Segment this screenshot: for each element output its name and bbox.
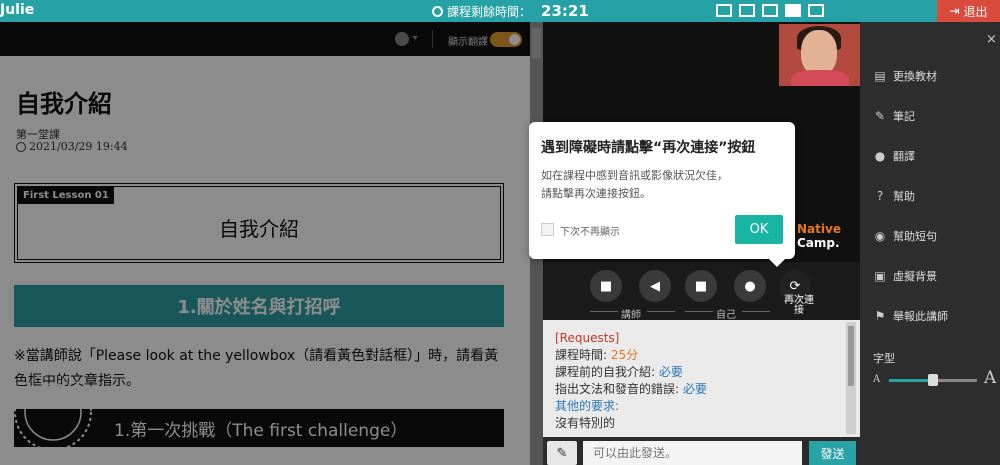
teacher-speaker-button[interactable]: ◀	[639, 270, 671, 302]
layout-icon-5[interactable]	[808, 4, 824, 17]
chat-icon: ◉	[874, 229, 886, 243]
exit-label: 退出	[963, 4, 988, 19]
timer-label: 課程剩餘時間：	[447, 4, 532, 19]
exit-icon: ⇥	[949, 4, 960, 18]
side-item-label: 更換教材	[893, 70, 937, 83]
brand-logo: Native Camp.	[797, 222, 841, 250]
reconnect-label: 再次連接	[784, 295, 814, 316]
duration-label: 課程時間:	[555, 348, 611, 362]
top-bar: Julie 課程剩餘時間： 23:21 ⇥ 退出	[0, 0, 1000, 22]
font-big-label: A	[984, 368, 997, 388]
duration-row: 課程時間: 25分	[555, 347, 707, 364]
requests-text: [Requests] 課程時間: 25分 課程前的自我介紹: 必要 指出文法和發…	[555, 330, 707, 432]
requests-header: [Requests]	[555, 331, 620, 345]
layout-icon-1[interactable]	[716, 4, 732, 17]
layout-icon-2[interactable]	[739, 4, 755, 17]
class-timer: 課程剩餘時間： 23:21	[432, 2, 589, 20]
side-item-label: 翻譯	[893, 150, 915, 163]
correction-value: 必要	[682, 382, 707, 396]
side-item-label: 虛擬背景	[893, 270, 937, 283]
ok-button[interactable]: OK	[735, 215, 783, 244]
divider	[590, 311, 618, 312]
other-label: 其他的要求:	[555, 399, 620, 413]
divider	[742, 311, 770, 312]
side-item-help[interactable]: ? 幫助	[873, 188, 915, 204]
popup-body-line1: 如在課程中感到音訊或影像狀況欠佳，	[541, 169, 728, 182]
microphone-icon: ●	[744, 278, 756, 294]
camera-icon: ■	[694, 278, 708, 294]
side-item-translate[interactable]: ● 翻譯	[873, 148, 915, 164]
self-camera-button[interactable]: ■	[685, 270, 717, 302]
self-microphone-button[interactable]: ●	[734, 270, 766, 302]
teacher-label: 講師	[621, 310, 641, 321]
self-intro-label: 課程前的自我介紹:	[555, 365, 659, 379]
layout-icon-3[interactable]	[762, 4, 778, 17]
side-item-label: 幫助短句	[893, 230, 937, 243]
flag-icon: ⚑	[874, 309, 886, 323]
close-icon[interactable]: ×	[986, 32, 997, 47]
user-name: Julie	[0, 2, 35, 18]
side-item-change-material[interactable]: ▤ 更換教材	[873, 68, 937, 84]
speaker-icon: ◀	[650, 278, 660, 294]
refresh-icon: ⟳	[789, 278, 801, 294]
correction-label: 指出文法和發音的錯誤:	[555, 382, 683, 396]
teacher-camera-button[interactable]: ■	[590, 270, 622, 302]
font-size-label: 字型	[873, 352, 895, 365]
side-item-label: 幫助	[893, 190, 915, 203]
divider	[685, 311, 713, 312]
font-size-slider-fill	[889, 379, 933, 382]
timer-value: 23:21	[541, 2, 589, 20]
self-intro-value: 必要	[658, 365, 683, 379]
self-intro-row: 課程前的自我介紹: 必要	[555, 364, 707, 381]
help-icon: ?	[876, 189, 884, 203]
other-value: 沒有特別的	[555, 416, 616, 430]
side-item-notes[interactable]: ✎ 筆記	[873, 108, 915, 124]
popup-body-line2: 請點擊再次連接按鈕。	[541, 187, 651, 200]
side-item-label: 舉報此講師	[893, 310, 948, 323]
layout-icon-4[interactable]	[785, 4, 801, 17]
layout-switcher	[716, 4, 824, 17]
font-size-slider-handle[interactable]	[928, 374, 938, 386]
reconnect-tip-popup: 遇到障礙時請點擊“再次連接”按鈕 如在課程中感到音訊或影像狀況欠佳， 請點擊再次…	[529, 122, 795, 267]
self-label: 自己	[716, 310, 736, 321]
correction-row: 指出文法和發音的錯誤: 必要	[555, 381, 707, 398]
globe-icon: ●	[874, 149, 886, 163]
book-icon: ▤	[874, 69, 886, 83]
duration-value: 25分	[610, 348, 639, 362]
side-item-help-phrases[interactable]: ◉ 幫助短句	[873, 228, 937, 244]
modal-overlay	[0, 22, 543, 465]
chat-attachment-button[interactable]: ✎	[547, 441, 577, 465]
popup-body: 如在課程中感到音訊或影像狀況欠佳， 請點擊再次連接按鈕。	[541, 167, 728, 203]
popup-title: 遇到障礙時請點擊“再次連接”按鈕	[541, 140, 756, 156]
side-item-report-teacher[interactable]: ⚑ 舉報此講師	[873, 308, 948, 324]
font-small-label: A	[873, 374, 881, 385]
video-person-body	[791, 70, 849, 86]
divider	[647, 311, 675, 312]
side-item-label: 筆記	[893, 110, 915, 123]
brand-native: Native	[797, 222, 841, 236]
pen-icon: ✎	[556, 445, 568, 461]
requests-scrollbar[interactable]	[846, 322, 856, 434]
image-icon: ▣	[874, 269, 886, 283]
chat-input[interactable]	[583, 441, 802, 465]
brand-camp: Camp.	[797, 236, 840, 250]
exit-button[interactable]: ⇥ 退出	[937, 0, 1000, 22]
camera-icon: ■	[599, 278, 613, 294]
dont-show-again-label: 下次不再顯示	[560, 227, 620, 238]
dont-show-again-checkbox[interactable]	[541, 223, 554, 236]
clock-icon	[432, 5, 443, 17]
side-item-virtual-background[interactable]: ▣ 虛擬背景	[873, 268, 937, 284]
edit-icon: ✎	[874, 109, 886, 123]
requests-panel: [Requests] 課程時間: 25分 課程前的自我介紹: 必要 指出文法和發…	[543, 320, 860, 437]
self-video	[779, 24, 861, 86]
send-button[interactable]: 發送	[809, 441, 856, 465]
